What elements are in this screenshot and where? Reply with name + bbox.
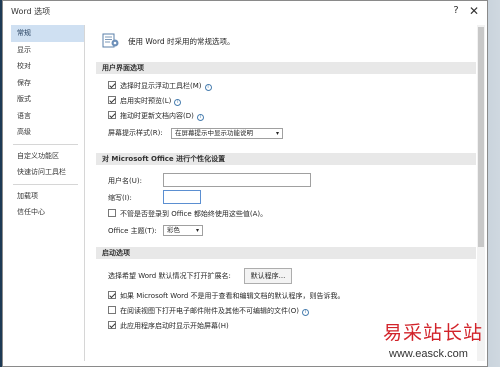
nav-item-advanced[interactable]: 高级	[11, 124, 84, 141]
nav-divider	[13, 143, 78, 145]
close-button[interactable]: ✕	[465, 3, 483, 19]
title-bar: Word 选项 ? ✕	[3, 1, 487, 23]
start-screen-label: 此应用程序启动时显示开始屏幕(H)	[120, 322, 229, 330]
update-dragging-label: 拖动时更新文档内容(D)	[120, 112, 194, 120]
start-screen-checkbox[interactable]	[108, 321, 116, 329]
info-icon: i	[196, 114, 204, 121]
vertical-scrollbar[interactable]	[477, 25, 485, 361]
tell-me-default-checkbox[interactable]	[108, 291, 116, 299]
nav-item-trust-center[interactable]: 信任中心	[11, 204, 84, 221]
screentip-style-value: 在屏幕提示中显示功能说明	[175, 129, 253, 137]
open-attachments-checkbox[interactable]	[108, 306, 116, 314]
mini-toolbar-option[interactable]: 选择时显示浮动工具栏(M) i	[108, 80, 212, 92]
section-personalize: 对 Microsoft Office 进行个性化设置	[96, 153, 476, 165]
nav-item-display[interactable]: 显示	[11, 42, 84, 59]
chevron-down-icon: ▾	[275, 130, 279, 137]
nav-divider	[13, 183, 78, 185]
office-theme-select[interactable]: 彩色 ▾	[163, 225, 203, 236]
nav-item-proofing[interactable]: 校对	[11, 58, 84, 75]
live-preview-option[interactable]: 启用实时预览(L) i	[108, 95, 182, 107]
nav-item-addins[interactable]: 加载项	[11, 188, 84, 205]
info-icon: i	[204, 84, 212, 91]
site-watermark: 易采站长站 www.easck.com	[383, 318, 500, 367]
nav-item-language[interactable]: 语言	[11, 108, 84, 125]
info-icon: i	[301, 309, 309, 316]
live-preview-label: 启用实时预览(L)	[120, 97, 172, 105]
help-button[interactable]: ?	[447, 3, 465, 19]
general-options-panel: 使用 Word 时采用的常规选项。 用户界面选项 选择时显示浮动工具栏(M) i …	[96, 25, 476, 361]
initials-input[interactable]	[163, 190, 201, 204]
open-attachments-option[interactable]: 在阅读视图下打开电子邮件附件及其他不可编辑的文件(O) i	[108, 305, 309, 317]
nav-item-save[interactable]: 保存	[11, 75, 84, 92]
default-programs-button[interactable]: 默认程序...	[244, 268, 292, 284]
tell-me-default-option[interactable]: 如果 Microsoft Word 不是用于查看和编辑文档的默认程序，则告诉我。	[108, 290, 345, 302]
window-title: Word 选项	[11, 7, 51, 16]
scrollbar-thumb[interactable]	[478, 27, 484, 247]
screentip-style-label: 屏幕提示样式(R):	[108, 129, 163, 137]
always-use-label: 不管是否登录到 Office 都始终使用这些值(A)。	[120, 210, 268, 218]
always-use-checkbox[interactable]	[108, 209, 116, 217]
options-settings-icon	[102, 33, 119, 48]
mini-toolbar-checkbox[interactable]	[108, 81, 116, 89]
update-dragging-checkbox[interactable]	[108, 111, 116, 119]
always-use-option[interactable]: 不管是否登录到 Office 都始终使用这些值(A)。	[108, 208, 267, 220]
initials-label: 缩写(I):	[108, 194, 132, 202]
watermark-logo-text: 易采站长站	[383, 322, 484, 344]
screentip-style-select[interactable]: 在屏幕提示中显示功能说明 ▾	[171, 128, 283, 139]
info-icon: i	[174, 99, 182, 106]
office-theme-label: Office 主题(T):	[108, 227, 157, 235]
watermark-url: www.easck.com	[389, 348, 468, 360]
username-label: 用户名(U):	[108, 177, 142, 185]
start-screen-option[interactable]: 此应用程序启动时显示开始屏幕(H)	[108, 320, 229, 332]
tell-me-default-label: 如果 Microsoft Word 不是用于查看和编辑文档的默认程序，则告诉我。	[120, 292, 345, 300]
update-dragging-option[interactable]: 拖动时更新文档内容(D) i	[108, 110, 204, 122]
options-nav: 常规 显示 校对 保存 版式 语言 高级 自定义功能区 快速访问工具栏 加载项 …	[11, 25, 85, 361]
open-attachments-label: 在阅读视图下打开电子邮件附件及其他不可编辑的文件(O)	[120, 307, 299, 315]
section-ui-options: 用户界面选项	[96, 62, 476, 74]
mini-toolbar-label: 选择时显示浮动工具栏(M)	[120, 82, 202, 90]
nav-item-quick-access-toolbar[interactable]: 快速访问工具栏	[11, 164, 84, 181]
default-extensions-label: 选择希望 Word 默认情况下打开扩展名:	[108, 272, 231, 280]
office-theme-value: 彩色	[167, 226, 180, 234]
live-preview-checkbox[interactable]	[108, 96, 116, 104]
nav-item-layout[interactable]: 版式	[11, 91, 84, 108]
section-startup: 启动选项	[96, 247, 476, 259]
panel-description: 使用 Word 时采用的常规选项。	[128, 37, 235, 46]
username-input[interactable]	[163, 173, 311, 187]
word-options-dialog: Word 选项 ? ✕ 常规 显示 校对 保存 版式 语言 高级 自定义功能区 …	[2, 0, 488, 367]
nav-item-general[interactable]: 常规	[11, 25, 84, 42]
chevron-down-icon: ▾	[195, 227, 199, 234]
nav-item-customize-ribbon[interactable]: 自定义功能区	[11, 148, 84, 165]
